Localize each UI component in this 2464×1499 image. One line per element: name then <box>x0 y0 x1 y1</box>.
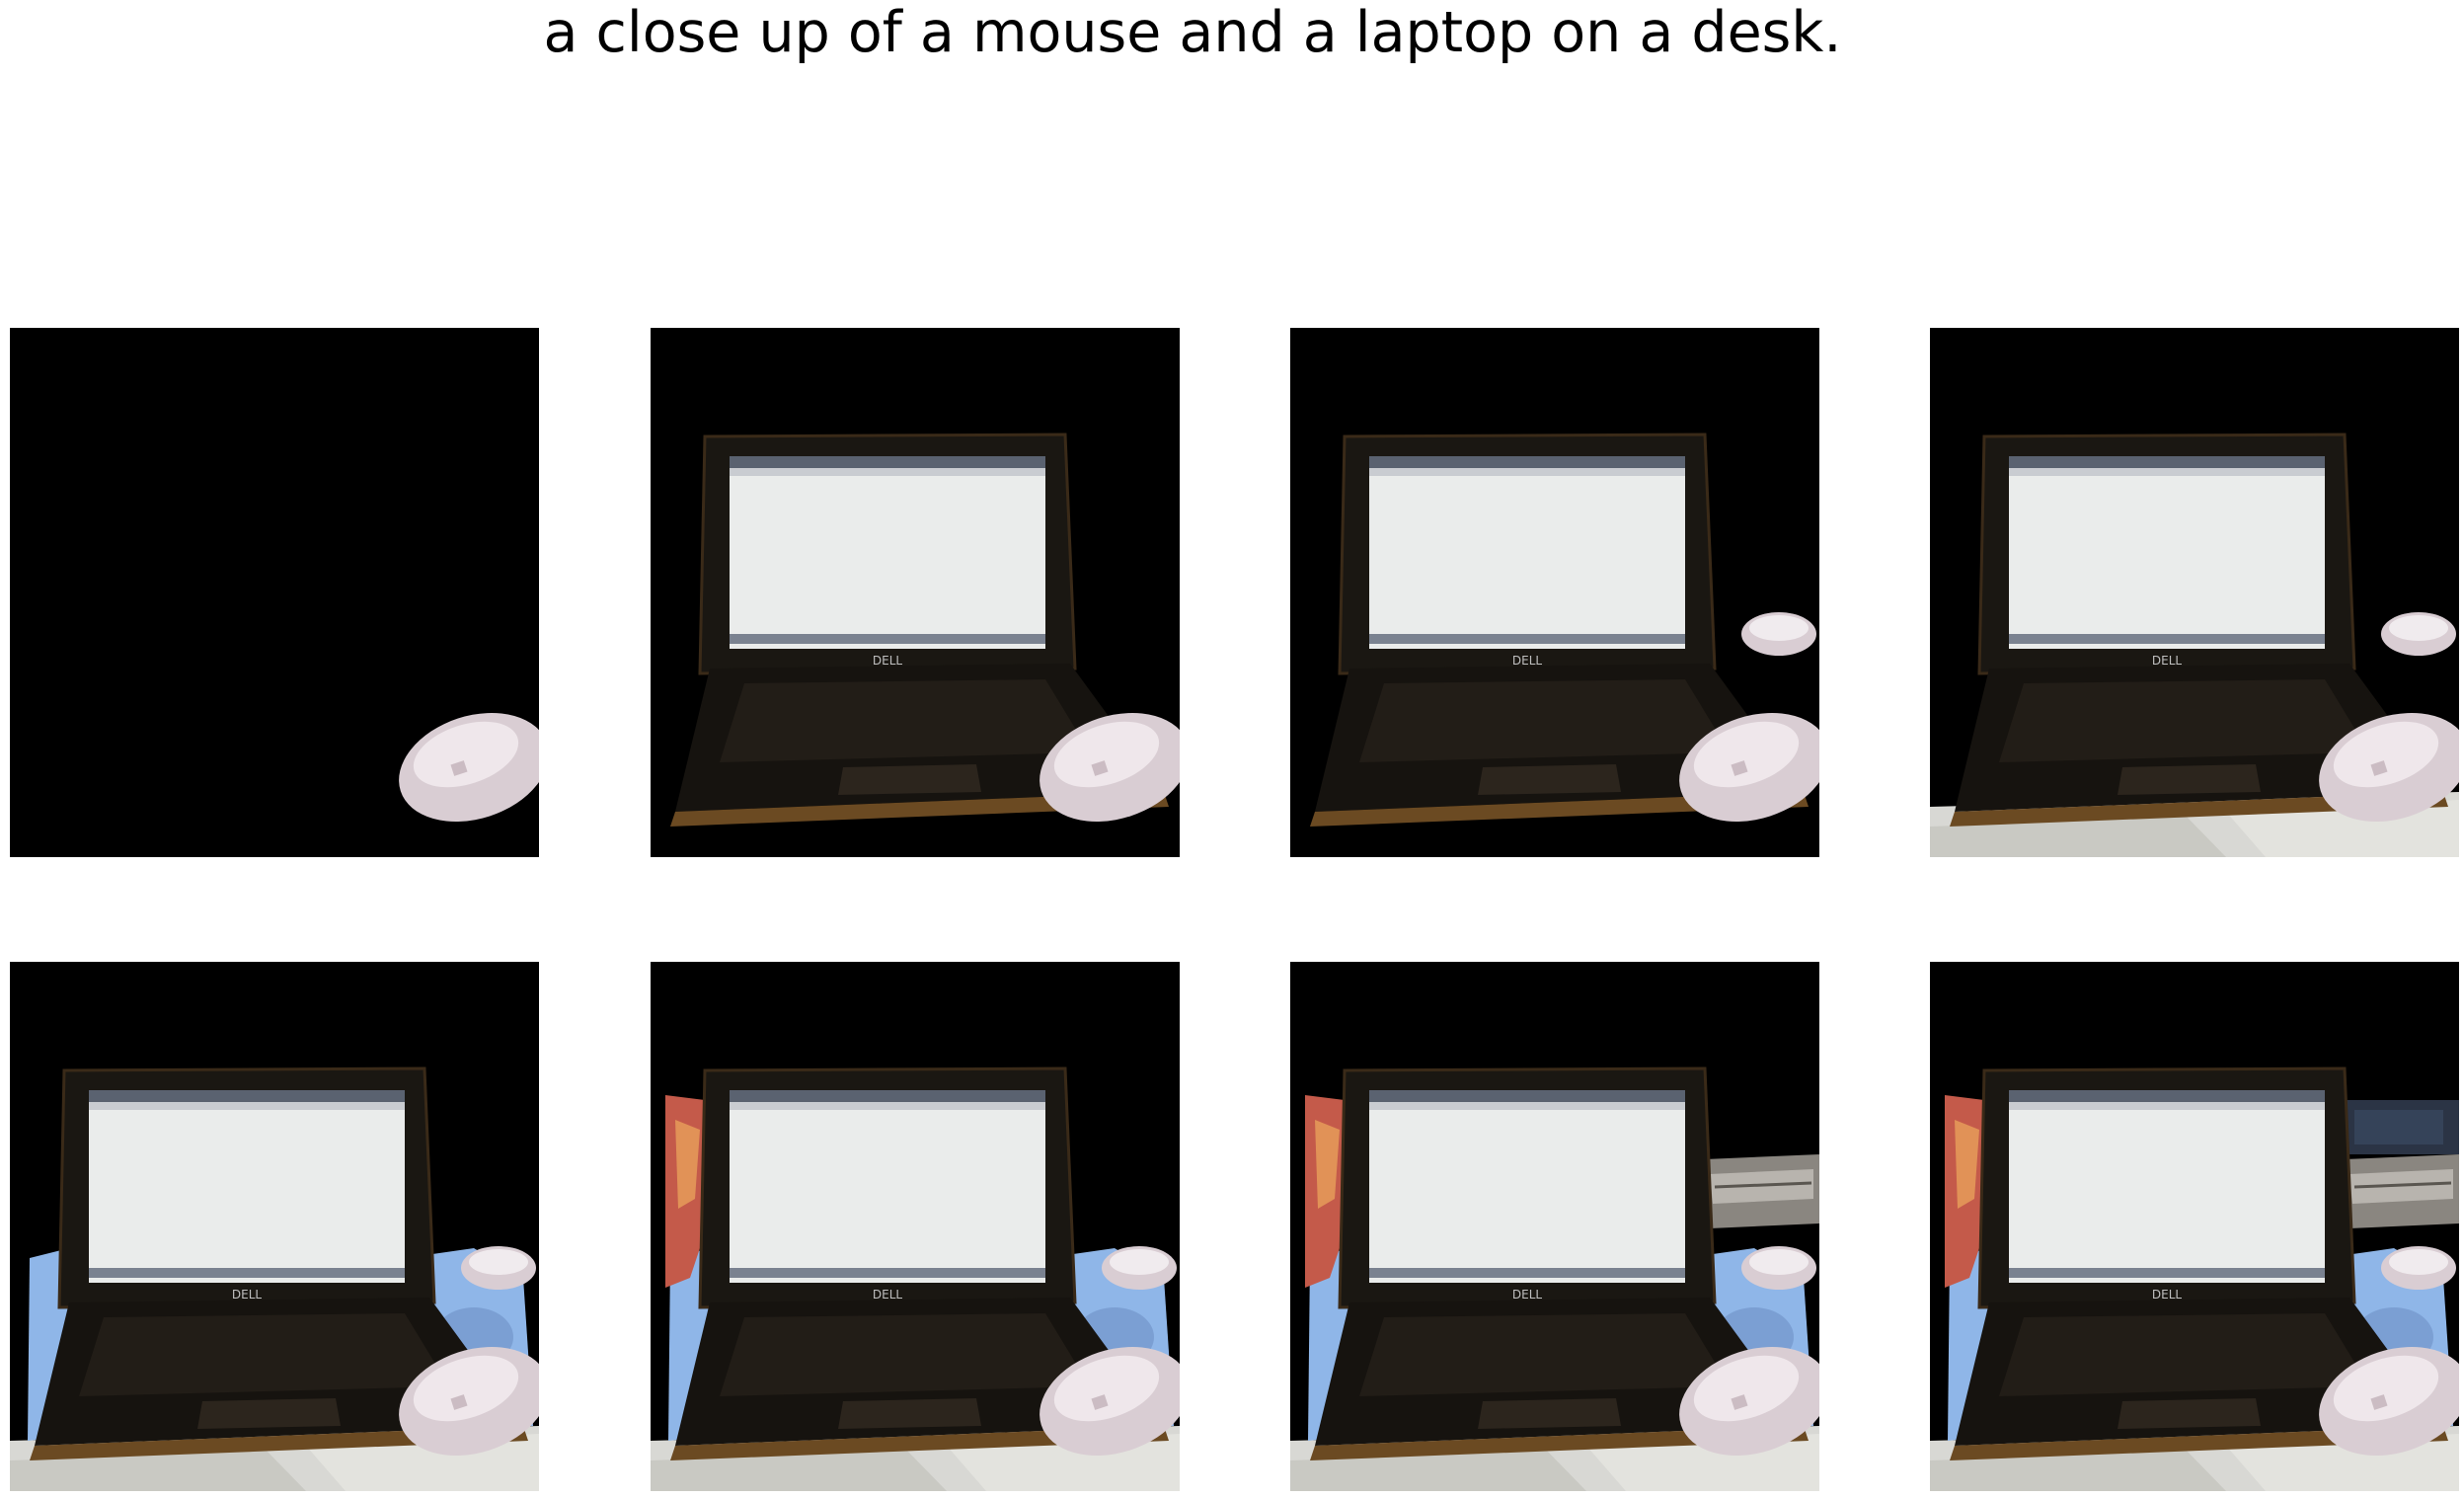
mouse-back <box>1102 1246 1177 1290</box>
image-panel-8: DELL <box>1930 962 2459 1491</box>
caption: a close up of a mouse and a laptop on a … <box>543 0 1842 65</box>
image-panel-5: DELL <box>10 962 539 1491</box>
svg-text:DELL: DELL <box>2152 1288 2183 1302</box>
svg-text:DELL: DELL <box>1512 1288 1543 1302</box>
image-panel-2: DELL <box>651 328 1180 857</box>
segmented-image: DELL <box>10 1066 539 1491</box>
image-panel-1 <box>10 328 539 857</box>
segmented-image: DELL <box>1310 433 1819 827</box>
svg-text:DELL: DELL <box>232 1288 263 1302</box>
svg-text:DELL: DELL <box>1512 654 1543 668</box>
keyboard-tray <box>1705 1154 1819 1228</box>
dark-backdrop <box>2335 1100 2459 1154</box>
keyboard-tray <box>2345 1154 2459 1228</box>
segmented-image: DELL <box>670 433 1180 827</box>
mouse-back <box>1741 612 1816 656</box>
segmented-image: DELL <box>1930 1066 2459 1491</box>
segmented-image: DELL <box>651 1066 1180 1491</box>
mouse-back <box>2381 612 2456 656</box>
image-panel-4: DELL <box>1930 328 2459 857</box>
segmented-image: DELL <box>1290 1066 1819 1491</box>
image-panel-3: DELL <box>1290 328 1819 857</box>
mouse-back <box>1741 1246 1816 1290</box>
mouse-back <box>2381 1246 2456 1290</box>
svg-text:DELL: DELL <box>873 1288 903 1302</box>
svg-text:DELL: DELL <box>873 654 903 668</box>
mouse-back <box>461 1246 536 1290</box>
image-panel-6: DELL <box>651 962 1180 1491</box>
svg-text:DELL: DELL <box>2152 654 2183 668</box>
segmented-image: DELL <box>1930 433 2459 857</box>
segmented-image <box>399 712 539 823</box>
mouse-front <box>399 712 539 823</box>
image-panel-7: DELL <box>1290 962 1819 1491</box>
